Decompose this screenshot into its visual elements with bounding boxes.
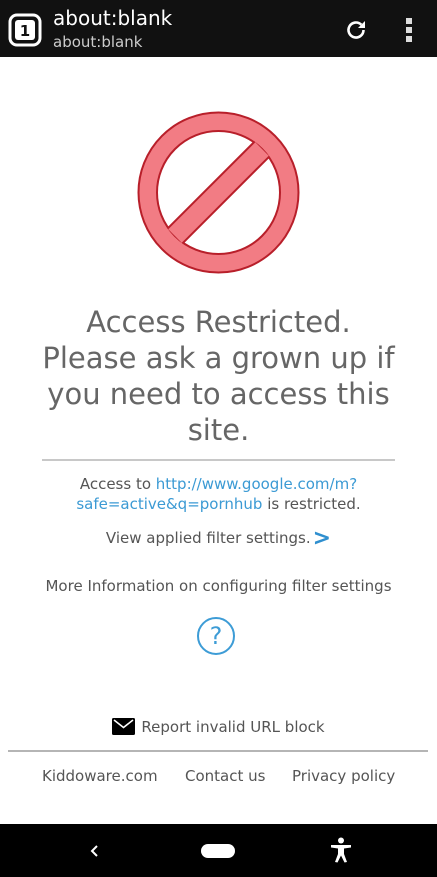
heading-line: Access Restricted.	[86, 305, 351, 339]
tab-switcher-button[interactable]: 1	[8, 13, 42, 47]
reload-icon[interactable]	[344, 18, 368, 42]
overflow-menu-icon[interactable]	[402, 17, 416, 43]
report-label: Report invalid URL block	[141, 718, 325, 736]
access-message: Access to http://www.google.com/m?safe=a…	[60, 474, 377, 514]
mail-icon	[112, 718, 136, 735]
footer-link-privacy[interactable]: Privacy policy	[292, 767, 395, 785]
page-title: about:blank	[53, 6, 173, 30]
view-filter-label: View applied filter settings.	[105, 529, 311, 547]
more-info-text: More Information on configuring filter s…	[45, 577, 392, 595]
access-restricted-heading: Access Restricted. Please ask a grown up…	[0, 304, 437, 448]
heading-line: Please ask a grown up if	[42, 341, 395, 375]
back-icon[interactable]	[88, 840, 100, 862]
access-prefix: Access to	[79, 475, 156, 493]
access-suffix: is restricted.	[262, 495, 361, 513]
view-filter-settings-link[interactable]: View applied filter settings.>	[0, 526, 437, 551]
footer-link-kiddoware[interactable]: Kiddoware.com	[42, 767, 158, 785]
browser-toolbar: 1 about:blank about:blank	[0, 0, 437, 57]
footer-link-contact[interactable]: Contact us	[185, 767, 265, 785]
footer-divider	[8, 750, 428, 752]
help-icon[interactable]: ?	[197, 617, 235, 655]
heading-line: site.	[187, 413, 250, 447]
chevron-right-icon: >	[312, 526, 332, 551]
tab-switcher-icon: 1	[8, 13, 42, 47]
heading-line: you need to access this	[47, 377, 390, 411]
prohibited-icon	[137, 111, 300, 274]
report-invalid-url-link[interactable]: Report invalid URL block	[0, 718, 437, 736]
divider	[42, 459, 395, 461]
accessibility-icon[interactable]	[330, 837, 352, 863]
tab-count: 1	[20, 22, 30, 40]
home-pill-button[interactable]	[201, 844, 235, 858]
url-display[interactable]: about:blank	[53, 33, 142, 51]
